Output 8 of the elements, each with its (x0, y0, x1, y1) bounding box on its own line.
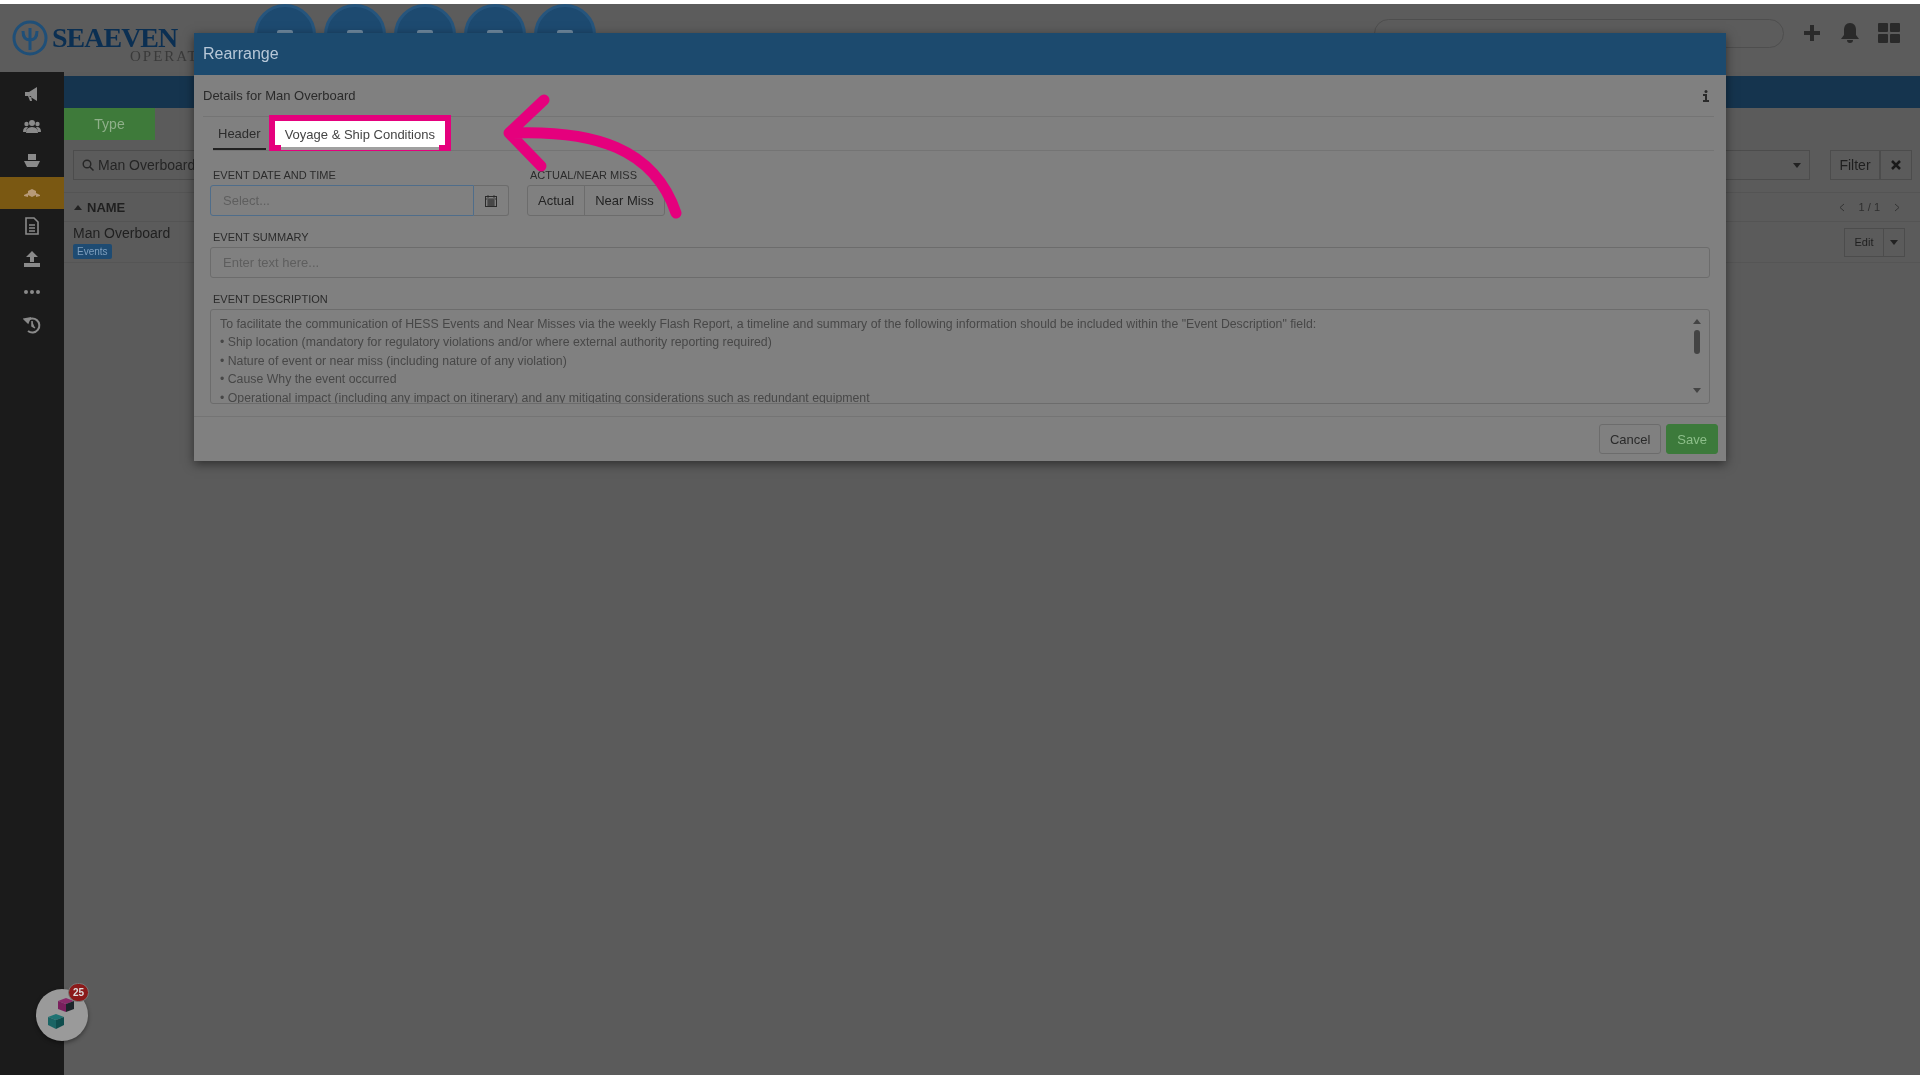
field-label: EVENT SUMMARY (213, 231, 310, 243)
tag-badge: Events (73, 244, 112, 259)
field-label: ACTUAL/NEAR MISS (530, 169, 638, 181)
dialog-subtitle: Details for Man Overboard (203, 88, 356, 103)
dialog-title: Rearrange (203, 46, 279, 62)
column-label: NAME (87, 199, 126, 215)
field-label: EVENT DESCRIPTION (213, 293, 329, 305)
logo-text: SEAEVEN (52, 24, 178, 52)
